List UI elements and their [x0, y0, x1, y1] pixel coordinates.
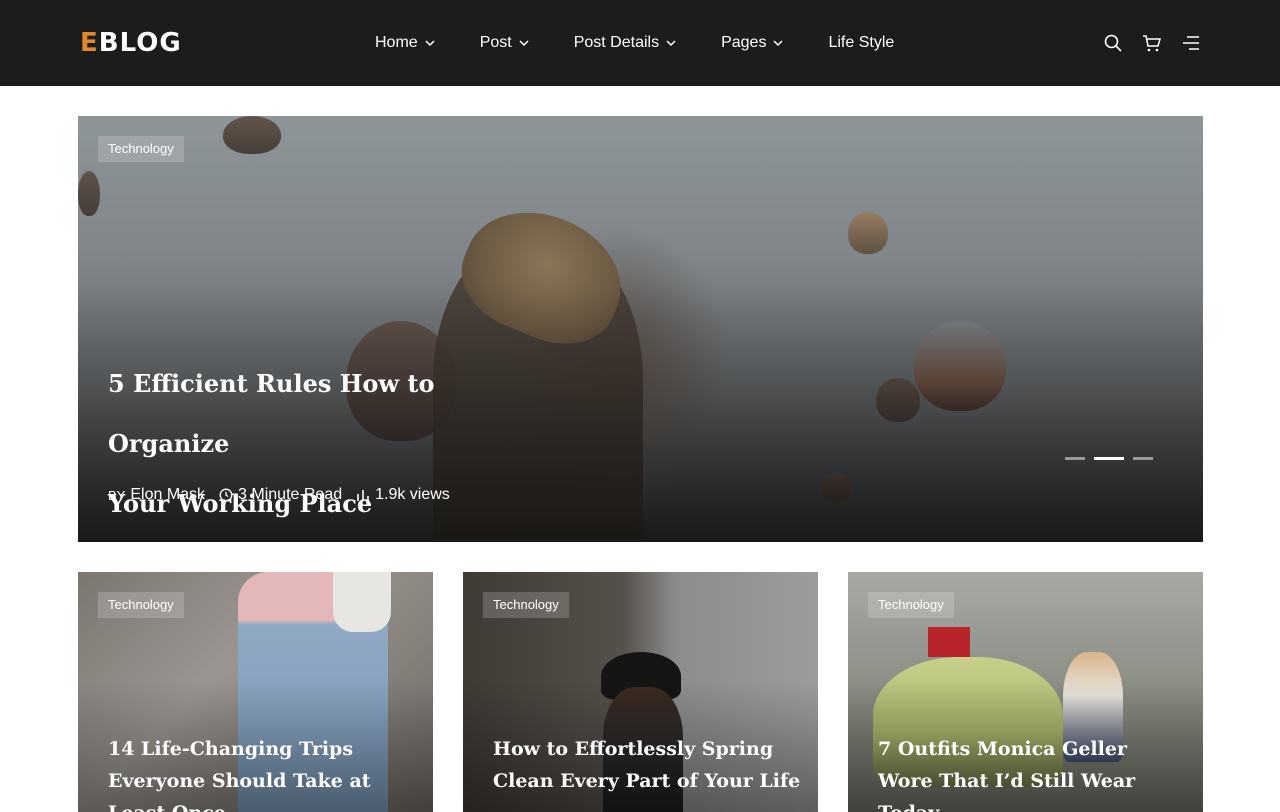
- author-meta: BY Elon Mask: [108, 486, 205, 504]
- nav-item-label: Post Details: [573, 34, 660, 51]
- views-count: 1.9k views: [375, 486, 450, 503]
- post-card[interactable]: Technology 7 Outfits Monica Geller Wore …: [848, 572, 1203, 812]
- slider-dot[interactable]: [1133, 457, 1153, 460]
- chevron-down-icon: [666, 40, 676, 47]
- views-meta: 1.9k views: [356, 486, 450, 504]
- nav-item-label: Home: [375, 34, 418, 51]
- header-actions: [1084, 33, 1201, 53]
- card-title[interactable]: 7 Outfits Monica Geller Wore That I’d St…: [878, 733, 1188, 812]
- search-icon[interactable]: [1103, 33, 1123, 53]
- card-category-badge[interactable]: Technology: [98, 592, 184, 618]
- nav-item-label: Life Style: [828, 34, 895, 51]
- slider-pagination: [1056, 457, 1153, 460]
- card-title[interactable]: How to Effortlessly Spring Clean Every P…: [493, 733, 803, 797]
- nav-item-home[interactable]: Home: [375, 34, 436, 52]
- nav-item-label: Post: [479, 34, 512, 51]
- chevron-down-icon: [773, 40, 783, 47]
- hero-meta: BY Elon Mask 3 Minute Read 1.9k views: [108, 486, 464, 504]
- main-nav: Home Post Post Details Pages Life Style: [375, 30, 894, 56]
- nav-item-post-details[interactable]: Post Details: [574, 34, 677, 52]
- author-name[interactable]: Elon Mask: [130, 486, 205, 504]
- nav-item-pages[interactable]: Pages: [721, 34, 784, 52]
- nav-item-post[interactable]: Post: [480, 34, 530, 52]
- card-title[interactable]: 14 Life-Changing Trips Everyone Should T…: [108, 733, 418, 812]
- menu-icon[interactable]: [1181, 33, 1201, 53]
- hero-title[interactable]: 5 Efficient Rules How to Organize Your W…: [108, 354, 528, 542]
- read-time-meta: 3 Minute Read: [219, 486, 342, 504]
- post-card[interactable]: Technology 14 Life-Changing Trips Everyo…: [78, 572, 433, 812]
- nav-item-life-style[interactable]: Life Style: [828, 34, 894, 52]
- logo-accent: E: [80, 28, 99, 58]
- cart-icon[interactable]: [1142, 33, 1162, 53]
- post-card[interactable]: Technology How to Effortlessly Spring Cl…: [463, 572, 818, 812]
- hero-category-badge[interactable]: Technology: [98, 136, 184, 162]
- slider-dot-active[interactable]: [1094, 457, 1124, 460]
- chevron-down-icon: [425, 40, 435, 47]
- hero-title-line: 5 Efficient Rules How to Organize: [108, 369, 435, 458]
- site-logo[interactable]: EBLOG: [80, 28, 182, 58]
- nav-item-label: Pages: [721, 34, 767, 51]
- by-label: BY: [108, 487, 126, 503]
- bar-chart-icon: [357, 490, 369, 501]
- card-category-badge[interactable]: Technology: [868, 592, 954, 618]
- slider-dot[interactable]: [1065, 457, 1085, 460]
- logo-text: BLOG: [98, 28, 182, 58]
- hero-slider[interactable]: Technology 5 Efficient Rules How to Orga…: [78, 116, 1203, 542]
- card-category-badge[interactable]: Technology: [483, 592, 569, 618]
- site-header: EBLOG Home Post Post Details Pages Life …: [0, 0, 1280, 86]
- read-time: 3 Minute Read: [238, 486, 343, 503]
- clock-icon: [219, 488, 233, 502]
- chevron-down-icon: [519, 40, 529, 47]
